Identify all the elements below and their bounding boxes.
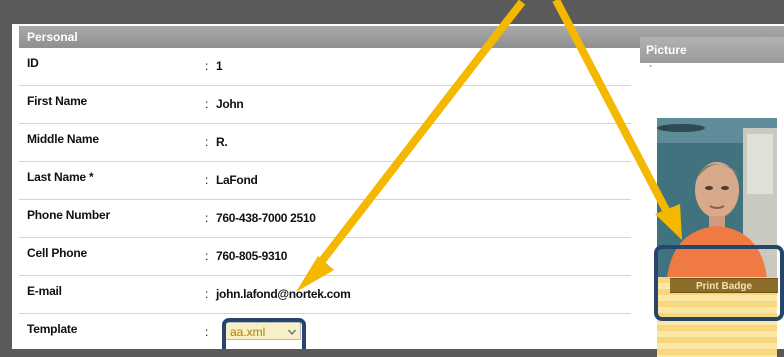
row-cell-phone: Cell Phone : 760-805-9310	[19, 238, 631, 276]
field-colon: :	[205, 97, 209, 111]
row-phone-number: Phone Number : 760-438-7000 2510	[19, 200, 631, 238]
field-label-last-name: Last Name *	[27, 170, 94, 184]
field-colon: :	[205, 211, 209, 225]
print-badge-highlight	[654, 245, 784, 321]
field-value-first-name: John	[216, 97, 244, 111]
field-label-middle-name: Middle Name	[27, 132, 99, 146]
field-label-template: Template	[27, 322, 78, 336]
field-label-cell-phone: Cell Phone	[27, 246, 88, 260]
field-value-id: 1	[216, 59, 223, 73]
field-colon: :	[205, 135, 209, 149]
field-colon: :	[205, 287, 209, 301]
picture-tick: `	[649, 65, 653, 76]
row-template: Template : aa.xml	[19, 314, 631, 349]
field-label-email: E-mail	[27, 284, 62, 298]
field-colon: :	[205, 325, 209, 339]
field-value-last-name: LaFond	[216, 173, 258, 187]
field-value-middle-name: R.	[216, 135, 228, 149]
field-colon: :	[205, 173, 209, 187]
field-value-cell-phone: 760-805-9310	[216, 249, 288, 263]
field-colon: :	[205, 59, 209, 73]
template-select-highlight	[222, 318, 306, 349]
picture-header: Picture	[640, 37, 784, 63]
field-label-phone-number: Phone Number	[27, 208, 110, 222]
field-value-phone-number: 760-438-7000 2510	[216, 211, 316, 225]
row-last-name: Last Name * : LaFond	[19, 162, 631, 200]
field-label-first-name: First Name	[27, 94, 88, 108]
row-middle-name: Middle Name : R.	[19, 124, 631, 162]
row-id: ID : 1	[19, 48, 631, 86]
field-colon: :	[205, 249, 209, 263]
row-first-name: First Name : John	[19, 86, 631, 124]
field-value-email: john.lafond@nortek.com	[216, 287, 351, 301]
row-email: E-mail : john.lafond@nortek.com	[19, 276, 631, 314]
field-label-id: ID	[27, 56, 39, 70]
